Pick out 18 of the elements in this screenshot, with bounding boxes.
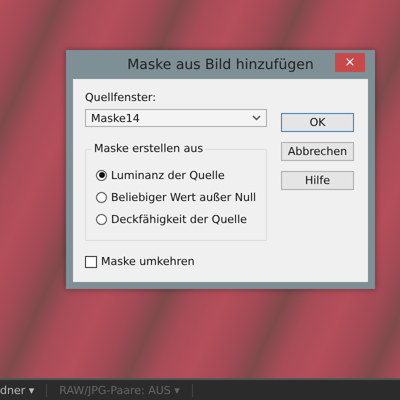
source-dropdown[interactable]: Maske14 xyxy=(85,109,267,127)
status-dropdown[interactable]: dner ▾ xyxy=(0,384,48,396)
window-title: Maske aus Bild hinzufügen xyxy=(127,56,314,72)
radio-button[interactable] xyxy=(96,214,107,224)
dialog-button[interactable]: Abbrechen xyxy=(281,142,354,161)
field-label: Quellfenster: xyxy=(85,91,157,104)
dialog-button[interactable]: Hilfe xyxy=(281,171,354,190)
radio-label: Deckfähigkeit der Quelle xyxy=(111,212,247,226)
chevron-icon xyxy=(252,115,261,121)
dialog-button[interactable]: OK xyxy=(281,113,354,132)
close-button[interactable]: × xyxy=(335,53,365,72)
radio-label: Beliebiger Wert außer Null xyxy=(111,190,256,204)
checkbox[interactable] xyxy=(85,256,97,268)
group-title: Maske erstellen aus xyxy=(92,142,206,155)
checkbox-label: Maske umkehren xyxy=(101,255,195,268)
radio-button[interactable] xyxy=(96,192,107,202)
radio-button[interactable] xyxy=(96,170,107,180)
radio-label: Luminanz der Quelle xyxy=(111,168,225,182)
